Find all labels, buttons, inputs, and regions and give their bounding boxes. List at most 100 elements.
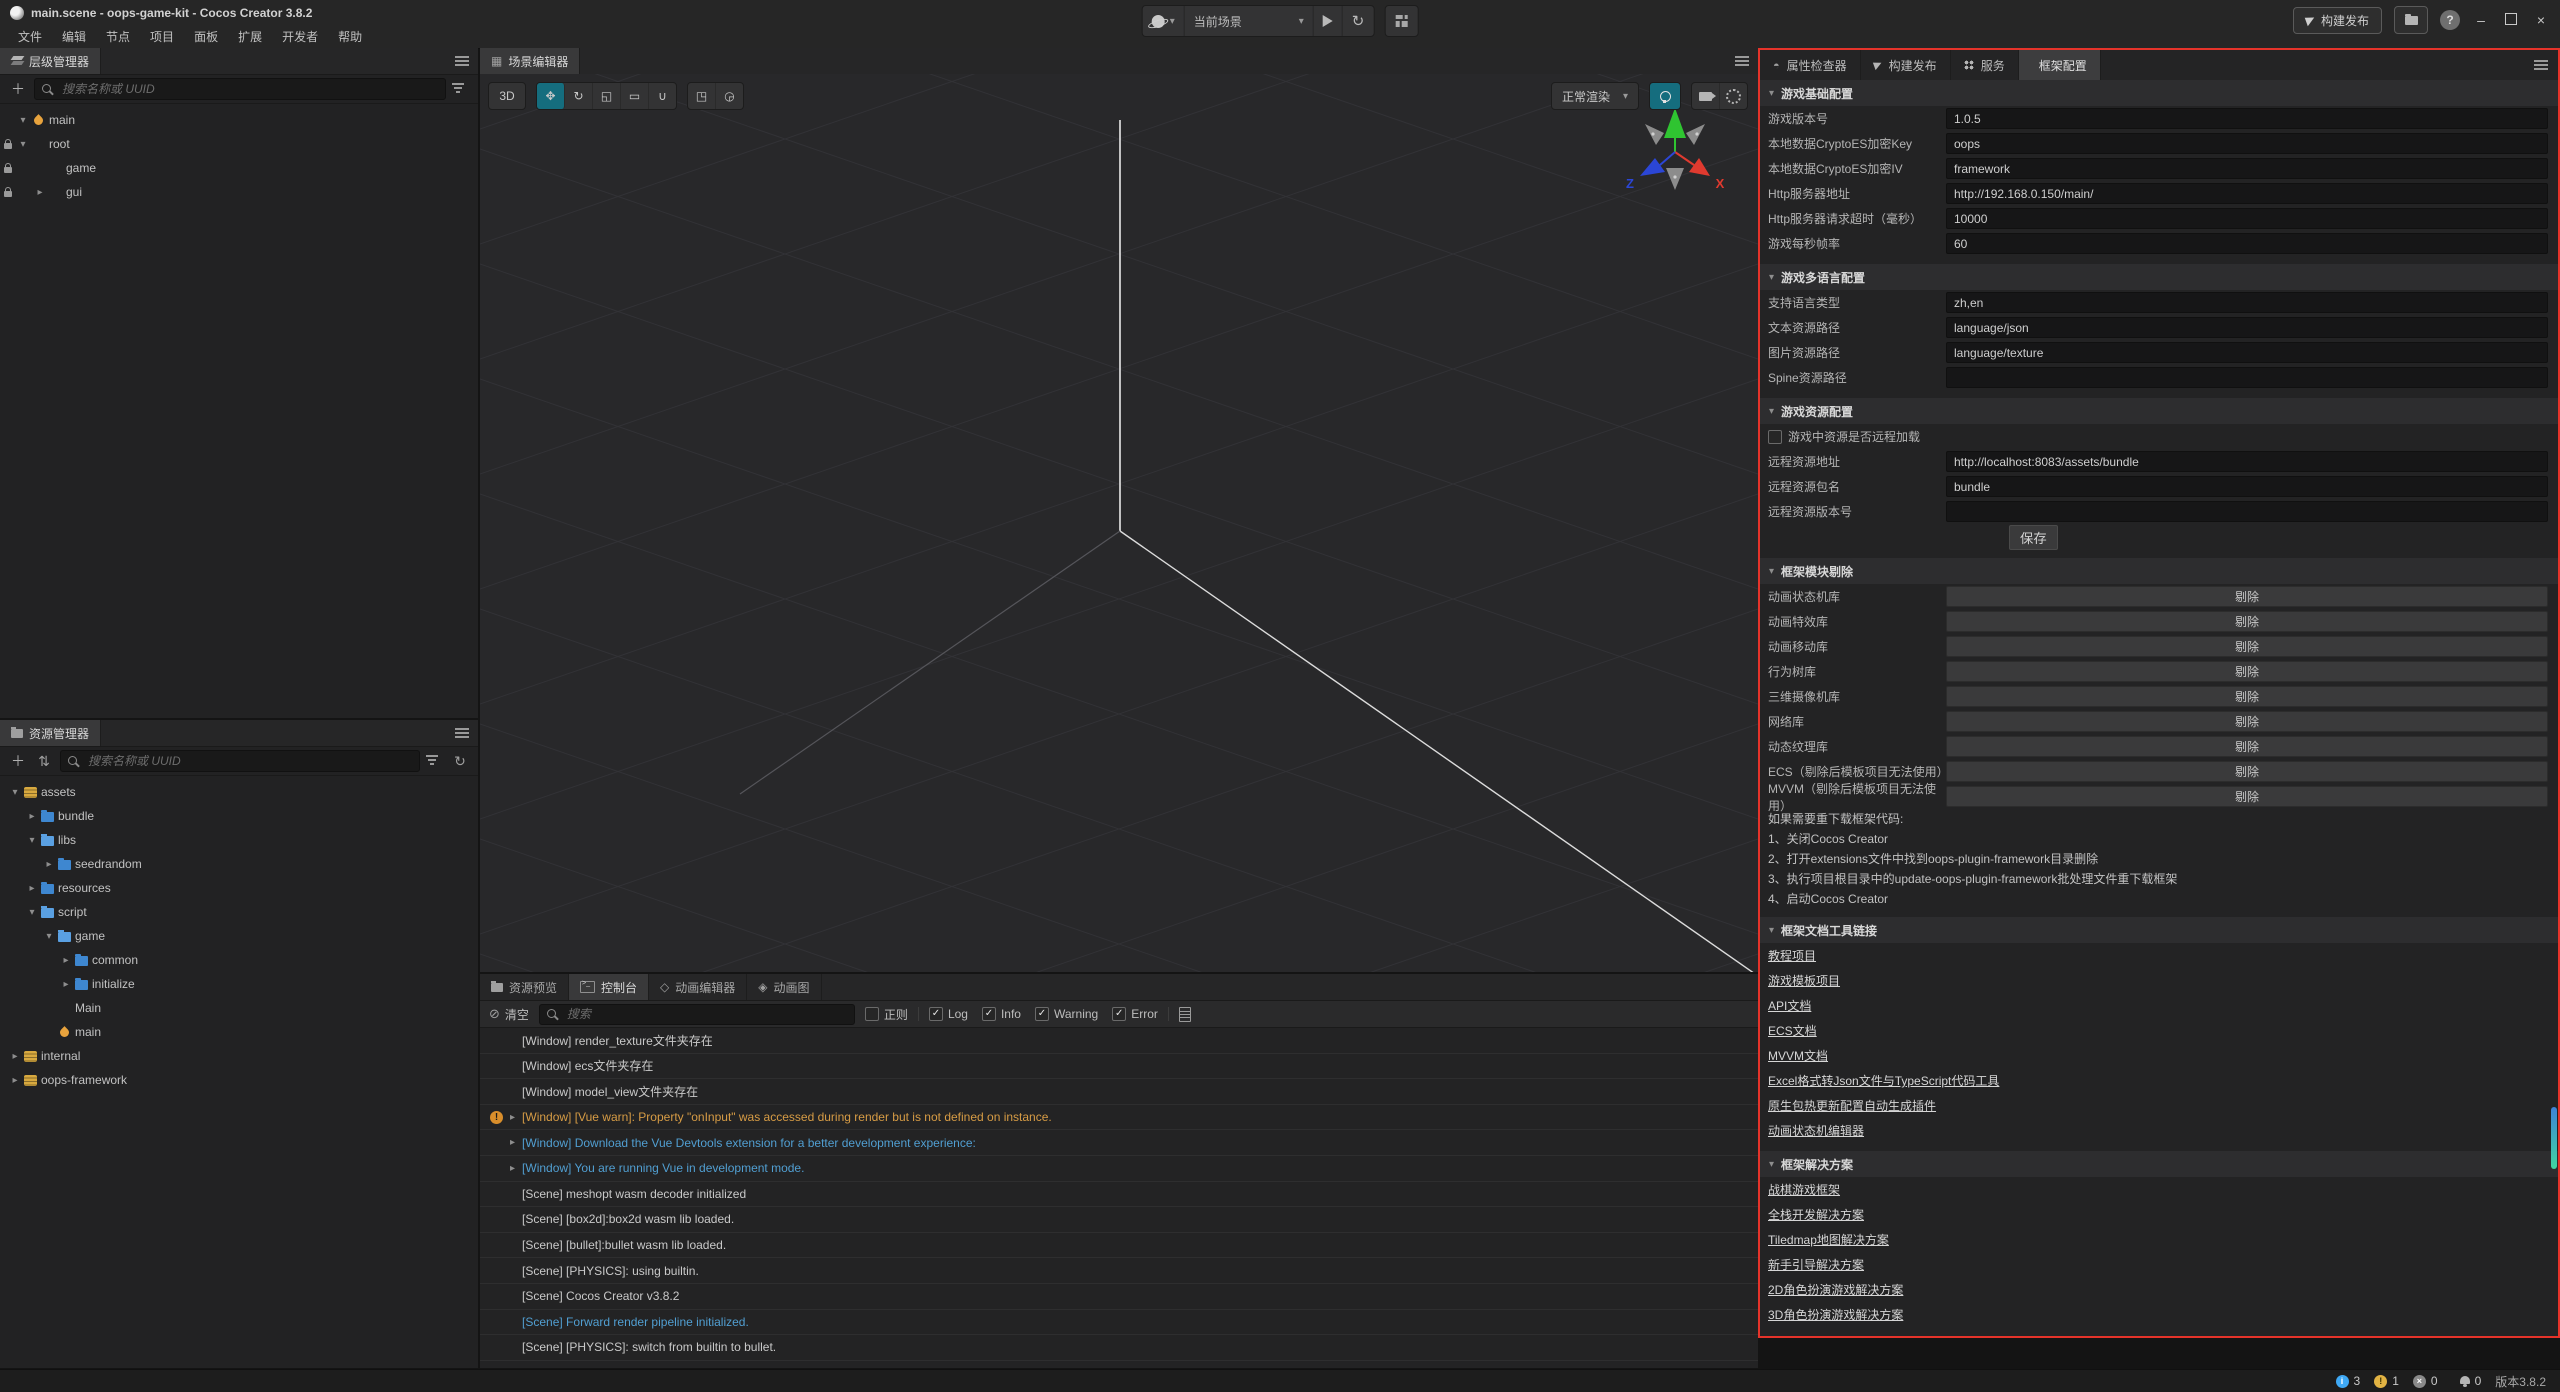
remove-module-button[interactable]: 剔除	[1946, 636, 2548, 657]
field-input[interactable]	[1946, 108, 2548, 129]
asset-node-row[interactable]: resources	[0, 876, 478, 900]
expand-chevron-icon[interactable]	[8, 787, 22, 798]
mode-3d-button[interactable]: 3D	[488, 82, 526, 110]
menu-item[interactable]: 项目	[140, 26, 184, 47]
scale-tool-button[interactable]: ◱	[593, 83, 621, 109]
menu-item[interactable]: 开发者	[272, 26, 328, 47]
solution-link[interactable]: 新手引导解决方案	[1768, 1256, 1864, 1273]
doc-link[interactable]: 游戏模板项目	[1768, 972, 1840, 989]
section-header-solutions[interactable]: 框架解决方案	[1760, 1151, 2558, 1177]
expand-chevron-icon[interactable]	[16, 115, 30, 126]
console-clear-button[interactable]: 清空	[489, 1006, 529, 1023]
scene-menu-icon[interactable]	[1735, 56, 1749, 66]
assets-refresh-button[interactable]	[450, 751, 470, 771]
scene-select[interactable]: 当前场景	[1185, 6, 1314, 36]
expand-chevron-icon[interactable]	[25, 835, 39, 846]
expand-chevron-icon[interactable]	[33, 187, 47, 198]
asset-node-row[interactable]: internal	[0, 1044, 478, 1068]
asset-node-row[interactable]: initialize	[0, 972, 478, 996]
remove-module-button[interactable]: 剔除	[1946, 736, 2548, 757]
asset-node-row[interactable]: common	[0, 948, 478, 972]
expand-log-chevron-icon[interactable]	[510, 1112, 515, 1123]
assets-sort-button[interactable]	[34, 751, 54, 771]
expand-chevron-icon[interactable]	[25, 907, 39, 918]
menu-item[interactable]: 面板	[184, 26, 228, 47]
expand-log-chevron-icon[interactable]	[510, 1163, 515, 1174]
doc-link[interactable]: 动画状态机编辑器	[1768, 1122, 1864, 1139]
open-log-file-button[interactable]	[1179, 1007, 1191, 1022]
remote-load-checkbox-row[interactable]: 游戏中资源是否远程加载	[1760, 424, 2558, 449]
move-tool-button[interactable]: ✥	[537, 83, 565, 109]
field-input[interactable]	[1946, 133, 2548, 154]
rotate-tool-button[interactable]: ↻	[565, 83, 593, 109]
snap-button[interactable]: ◳	[688, 83, 716, 109]
regex-checkbox[interactable]: 正则	[865, 1006, 908, 1023]
expand-chevron-icon[interactable]	[59, 979, 73, 990]
field-input[interactable]	[1946, 208, 2548, 229]
doc-link[interactable]: 原生包热更新配置自动生成插件	[1768, 1097, 1936, 1114]
scene-settings-button[interactable]	[1720, 83, 1747, 109]
field-input[interactable]	[1946, 342, 2548, 363]
solution-link[interactable]: 战棋游戏框架	[1768, 1181, 1840, 1198]
lighting-toggle-button[interactable]	[1649, 82, 1681, 110]
log-row[interactable]: ! [Scene] [box2d]:box2d wasm lib loaded.	[480, 1207, 1758, 1233]
expand-log-chevron-icon[interactable]	[510, 1137, 515, 1148]
remove-module-button[interactable]: 剔除	[1946, 786, 2548, 807]
log-level-checkbox[interactable]: Error	[1112, 1007, 1158, 1021]
expand-chevron-icon[interactable]	[42, 859, 56, 870]
log-row[interactable]: ! [Window] Download the Vue Devtools ext…	[480, 1130, 1758, 1156]
section-header-modules[interactable]: 框架模块剔除	[1760, 558, 2558, 584]
section-header-docs[interactable]: 框架文档工具链接	[1760, 917, 2558, 943]
log-level-checkbox[interactable]: Log	[929, 1007, 968, 1021]
asset-node-row[interactable]: libs	[0, 828, 478, 852]
info-count[interactable]: i 3	[2336, 1374, 2361, 1388]
field-input[interactable]	[1946, 367, 2548, 388]
doc-link[interactable]: Excel格式转Json文件与TypeScript代码工具	[1768, 1072, 1999, 1089]
solution-link[interactable]: Tiledmap地图解决方案	[1768, 1231, 1889, 1248]
tab-assets[interactable]: 资源管理器	[0, 720, 101, 746]
log-level-checkbox[interactable]: Warning	[1035, 1007, 1098, 1021]
section-header-basic[interactable]: 游戏基础配置	[1760, 80, 2558, 106]
hierarchy-add-button[interactable]: ＋	[8, 79, 28, 99]
rotate-snap-button[interactable]: ◶	[716, 83, 743, 109]
log-row[interactable]: ! [Window] render_texture文件夹存在	[480, 1028, 1758, 1054]
hierarchy-node-row[interactable]: main	[0, 108, 478, 132]
asset-node-row[interactable]: Main	[0, 996, 478, 1020]
remove-module-button[interactable]: 剔除	[1946, 761, 2548, 782]
hierarchy-search-input[interactable]	[60, 81, 438, 97]
log-row[interactable]: ! [Scene] [PHYSICS]: using builtin.	[480, 1258, 1758, 1284]
expand-chevron-icon[interactable]	[16, 139, 30, 150]
platform-select[interactable]	[1143, 6, 1185, 36]
console-tab[interactable]: 资源预览	[480, 974, 569, 1000]
save-button[interactable]: 保存	[2009, 525, 2058, 550]
field-input[interactable]	[1946, 158, 2548, 179]
expand-chevron-icon[interactable]	[42, 931, 56, 942]
play-button[interactable]	[1314, 6, 1343, 36]
inspector-tab[interactable]: 构建发布	[1861, 50, 1951, 80]
inspector-scrollbar-thumb[interactable]	[2551, 1107, 2557, 1169]
asset-node-row[interactable]: bundle	[0, 804, 478, 828]
log-level-checkbox[interactable]: Info	[982, 1007, 1021, 1021]
log-row[interactable]: ! [Window] You are running Vue in develo…	[480, 1156, 1758, 1182]
menu-item[interactable]: 节点	[96, 26, 140, 47]
asset-node-row[interactable]: main	[0, 1020, 478, 1044]
tab-scene-editor[interactable]: 场景编辑器	[480, 48, 580, 74]
assets-search-input[interactable]	[86, 753, 412, 769]
remove-module-button[interactable]: 剔除	[1946, 611, 2548, 632]
remove-module-button[interactable]: 剔除	[1946, 586, 2548, 607]
log-row[interactable]: ! [Scene] [bullet]:bullet wasm lib loade…	[480, 1233, 1758, 1259]
doc-link[interactable]: MVVM文档	[1768, 1047, 1828, 1064]
log-row[interactable]: ! [Window] ecs文件夹存在	[480, 1054, 1758, 1080]
inspector-tab[interactable]: 服务	[1951, 50, 2019, 80]
solution-link[interactable]: 3D角色扮演游戏解决方案	[1768, 1306, 1903, 1323]
asset-node-row[interactable]: assets	[0, 780, 478, 804]
inspector-tab[interactable]: 属性检查器	[1760, 50, 1861, 80]
hierarchy-node-row[interactable]: gui	[0, 180, 478, 204]
log-row[interactable]: ! [Scene] Cocos Creator v3.8.2	[480, 1284, 1758, 1310]
log-row[interactable]: ! [Scene] meshopt wasm decoder initializ…	[480, 1182, 1758, 1208]
field-input[interactable]	[1946, 292, 2548, 313]
field-input[interactable]	[1946, 317, 2548, 338]
menu-item[interactable]: 编辑	[52, 26, 96, 47]
hierarchy-node-row[interactable]: root	[0, 132, 478, 156]
asset-node-row[interactable]: script	[0, 900, 478, 924]
